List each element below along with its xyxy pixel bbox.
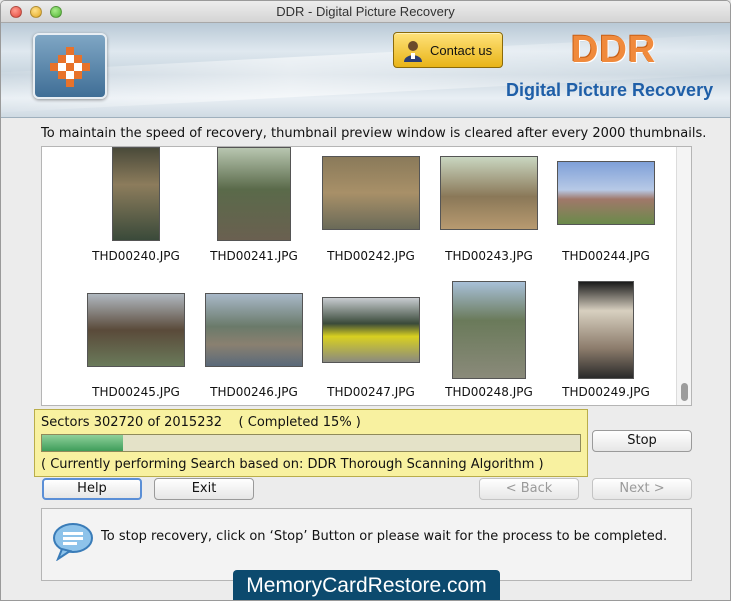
palace-photo <box>557 161 655 225</box>
temple-ruins-photo <box>322 156 420 230</box>
thumbnail-item[interactable]: THD00248.JPG <box>430 281 548 399</box>
zoom-window-button[interactable] <box>50 6 62 18</box>
scrollbar-thumb[interactable] <box>681 383 688 401</box>
thumbnail-item[interactable]: THD00241.JPG <box>195 147 313 263</box>
person-icon <box>404 41 422 62</box>
boat-people-photo <box>87 293 185 367</box>
thumbnail-item[interactable]: THD00242.JPG <box>312 147 430 263</box>
thumbnail-caption: THD00246.JPG <box>210 385 298 399</box>
thumbnail-caption: THD00247.JPG <box>327 385 415 399</box>
exit-button[interactable]: Exit <box>154 478 254 500</box>
thumbnail-caption: THD00245.JPG <box>92 385 180 399</box>
building-courtyard-photo <box>578 281 634 379</box>
contact-us-button[interactable]: Contact us <box>393 32 503 68</box>
thumbnail-caption: THD00242.JPG <box>327 249 415 263</box>
elephant-photo <box>217 147 291 241</box>
auto-rickshaw-interior-photo <box>112 147 160 241</box>
thumbnail-item[interactable]: THD00240.JPG <box>77 147 195 263</box>
info-text: To maintain the speed of recovery, thumb… <box>41 126 707 141</box>
sectors-progress-text: Sectors 302720 of 2015232 ( Completed 15… <box>41 415 361 430</box>
status-message: To stop recovery, click on ‘Stop’ Button… <box>101 529 668 544</box>
app-window: DDR - Digital Picture Recovery Contact u… <box>0 0 731 601</box>
thumbnail-caption: THD00249.JPG <box>562 385 650 399</box>
next-button[interactable]: Next > <box>592 478 692 500</box>
window-title: DDR - Digital Picture Recovery <box>276 4 455 19</box>
river-town-photo <box>205 293 303 367</box>
thumbnail-item[interactable]: THD00247.JPG <box>312 281 430 399</box>
help-button[interactable]: Help <box>42 478 142 500</box>
tree-photo <box>440 156 538 230</box>
progress-bar <box>41 434 581 452</box>
header-banner: Contact us DDR Digital Picture Recovery <box>1 23 730 118</box>
stop-button[interactable]: Stop <box>592 430 692 452</box>
algorithm-status-text: ( Currently performing Search based on: … <box>41 457 544 472</box>
rickshaw-photo <box>322 297 420 363</box>
thumbnail-preview-panel: THD00240.JPG THD00241.JPG THD00242.JPG T… <box>41 146 692 406</box>
person-mountain-photo <box>452 281 526 379</box>
thumbnail-caption: THD00240.JPG <box>92 249 180 263</box>
app-logo <box>33 33 107 99</box>
thumbnail-caption: THD00241.JPG <box>210 249 298 263</box>
title-bar: DDR - Digital Picture Recovery <box>1 1 730 23</box>
thumbnail-item[interactable]: THD00244.JPG <box>547 147 665 263</box>
thumbnail-caption: THD00244.JPG <box>562 249 650 263</box>
back-button[interactable]: < Back <box>479 478 579 500</box>
thumbnail-caption: THD00243.JPG <box>445 249 533 263</box>
progress-panel: Sectors 302720 of 2015232 ( Completed 15… <box>34 409 588 477</box>
thumbnail-caption: THD00248.JPG <box>445 385 533 399</box>
thumbnail-scrollbar[interactable] <box>676 147 691 405</box>
contact-us-label: Contact us <box>430 43 493 58</box>
chat-bubble-icon <box>53 523 93 561</box>
thumbnail-item[interactable]: THD00243.JPG <box>430 147 548 263</box>
thumbnail-item[interactable]: THD00246.JPG <box>195 281 313 399</box>
minimize-window-button[interactable] <box>30 6 42 18</box>
thumbnail-item[interactable]: THD00245.JPG <box>77 281 195 399</box>
thumbnail-item[interactable]: THD00249.JPG <box>547 281 665 399</box>
product-subtitle: Digital Picture Recovery <box>506 80 714 100</box>
brand-title: DDR <box>571 29 657 71</box>
close-window-button[interactable] <box>10 6 22 18</box>
checkered-logo-icon <box>50 47 90 87</box>
website-watermark: MemoryCardRestore.com <box>233 570 500 600</box>
progress-bar-fill <box>42 435 123 451</box>
